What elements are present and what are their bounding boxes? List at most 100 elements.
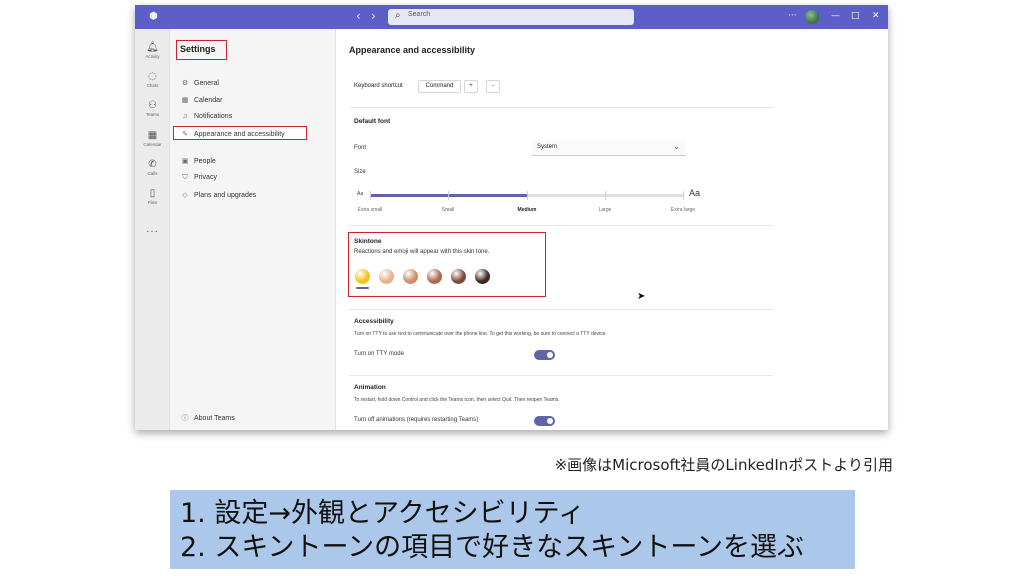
skintone-swatch[interactable] bbox=[355, 269, 370, 284]
shield-icon: ⛉ bbox=[182, 174, 188, 181]
rail-item-teams[interactable]: ⚇ Teams bbox=[135, 100, 170, 118]
size-option-label[interactable]: Medium bbox=[497, 207, 557, 213]
bell-icon: 🔔︎ bbox=[146, 42, 159, 53]
animation-heading: Animation bbox=[354, 384, 386, 391]
rail-item-chats[interactable]: ◌ Chats bbox=[135, 71, 170, 89]
zoom-in-button[interactable]: + bbox=[464, 80, 478, 93]
bell-icon: ♫ bbox=[182, 113, 188, 120]
mouse-cursor-icon: ➤ bbox=[637, 291, 646, 302]
avatar[interactable] bbox=[805, 10, 819, 24]
tty-toggle[interactable] bbox=[534, 350, 555, 360]
accessibility-heading: Accessibility bbox=[354, 318, 394, 325]
settings-title-highlight bbox=[176, 40, 227, 60]
divider bbox=[349, 225, 773, 226]
sidebar-item-label: Notifications bbox=[194, 113, 233, 120]
sidebar-item-label: General bbox=[194, 80, 219, 87]
skintone-swatch[interactable] bbox=[427, 269, 442, 284]
people-icon: ▣ bbox=[181, 158, 189, 165]
zoom-out-button[interactable]: - bbox=[486, 80, 500, 93]
teams-logo-icon: ⬢ bbox=[149, 11, 158, 22]
rail-label: Calendar bbox=[143, 142, 162, 147]
skintone-swatch[interactable] bbox=[403, 269, 418, 284]
minimize-button[interactable]: — bbox=[831, 9, 840, 24]
size-option-label[interactable]: Extra large bbox=[653, 207, 713, 213]
slider-tick bbox=[448, 191, 449, 200]
selected-skintone-indicator bbox=[356, 287, 369, 289]
calendar-icon: ▦ bbox=[147, 130, 158, 141]
sidebar-item-label: People bbox=[194, 158, 216, 165]
rail-label: Chats bbox=[146, 83, 159, 88]
page-title: Appearance and accessibility bbox=[349, 45, 476, 55]
rail-item-files[interactable]: ▯ Files bbox=[135, 188, 170, 206]
rail-item-calls[interactable]: ✆ Calls bbox=[135, 159, 170, 177]
accessibility-description: Turn on TTY to use text to communicate o… bbox=[354, 331, 607, 337]
size-option-label[interactable]: Large bbox=[575, 207, 635, 213]
slider-tick bbox=[605, 191, 606, 200]
settings-content: Appearance and accessibility Keyboard sh… bbox=[336, 29, 888, 430]
sidebar-item-appearance[interactable]: ✎ Appearance and accessibility bbox=[180, 130, 285, 138]
tty-toggle-label: Turn on TTY mode bbox=[354, 351, 404, 357]
file-icon: ▯ bbox=[149, 188, 156, 199]
skintone-swatch[interactable] bbox=[451, 269, 466, 284]
animation-description: To restart, hold down Control and click … bbox=[354, 397, 560, 403]
source-caption: ※画像はMicrosoft社員のLinkedInポストより引用 bbox=[554, 456, 893, 474]
instruction-step-2: 2. スキントーンの項目で好きなスキントーンを選ぶ bbox=[180, 532, 805, 563]
close-button[interactable]: ✕ bbox=[872, 9, 880, 24]
skintone-swatch[interactable] bbox=[475, 269, 490, 284]
size-option-label[interactable]: Extra small bbox=[340, 207, 400, 213]
slider-tick bbox=[683, 191, 684, 200]
back-button[interactable]: ‹ bbox=[356, 9, 361, 24]
sidebar-item-people[interactable]: ▣ People bbox=[180, 157, 216, 165]
instruction-banner: 1. 設定→外観とアクセシビリティ 2. スキントーンの項目で好きなスキントーン… bbox=[170, 490, 855, 569]
chevron-down-icon: ⌄ bbox=[673, 142, 680, 151]
search-icon: ⌕ bbox=[395, 10, 401, 21]
command-key-button[interactable]: Command bbox=[418, 80, 461, 93]
slider-tick bbox=[370, 191, 371, 200]
divider bbox=[349, 107, 773, 108]
animation-toggle[interactable] bbox=[534, 416, 555, 426]
rail-label: Files bbox=[147, 200, 158, 205]
more-options-button[interactable]: ··· bbox=[788, 9, 797, 24]
instruction-step-1: 1. 設定→外観とアクセシビリティ bbox=[180, 498, 585, 529]
sidebar-item-label: Plans and upgrades bbox=[194, 192, 257, 199]
rail-item-activity[interactable]: 🔔︎ Activity bbox=[135, 42, 170, 60]
title-bar: ⬢ ‹ › ⌕ Search ··· — □ ✕ bbox=[135, 5, 888, 29]
forward-button[interactable]: › bbox=[371, 9, 376, 24]
search-input[interactable]: ⌕ Search bbox=[388, 9, 634, 25]
skintone-swatch[interactable] bbox=[379, 269, 394, 284]
keyboard-shortcut-label: Keyboard shortcut bbox=[354, 83, 403, 89]
sidebar-item-notifications[interactable]: ♫ Notifications bbox=[180, 113, 232, 120]
maximize-button[interactable]: □ bbox=[851, 9, 860, 24]
sidebar-item-label: Privacy bbox=[194, 174, 217, 181]
font-select[interactable]: System ⌄ bbox=[532, 140, 686, 156]
teams-icon: ⚇ bbox=[148, 100, 157, 111]
sidebar-item-label: Calendar bbox=[194, 97, 223, 104]
sidebar-item-label: About Teams bbox=[194, 415, 235, 422]
sidebar-item-general[interactable]: ⚙ General bbox=[180, 79, 219, 87]
sidebar-item-plans[interactable]: ◇ Plans and upgrades bbox=[180, 191, 256, 199]
chat-icon: ◌ bbox=[148, 71, 157, 82]
skintone-description: Reactions and emoji will appear with thi… bbox=[354, 249, 490, 255]
rail-item-calendar[interactable]: ▦ Calendar bbox=[135, 130, 170, 148]
info-icon: ⓘ bbox=[181, 415, 189, 422]
phone-icon: ✆ bbox=[148, 159, 157, 170]
gear-icon: ⚙ bbox=[181, 80, 189, 87]
rail-label: Activity bbox=[145, 54, 160, 59]
slider-tick bbox=[527, 191, 528, 200]
font-size-slider[interactable] bbox=[370, 191, 684, 200]
sidebar-item-about[interactable]: ⓘ About Teams bbox=[180, 413, 235, 423]
size-min-label: Aa bbox=[357, 191, 364, 197]
sidebar-item-calendar[interactable]: ▦ Calendar bbox=[180, 96, 223, 104]
divider bbox=[349, 375, 773, 376]
sidebar-item-label: Appearance and accessibility bbox=[194, 131, 285, 138]
teams-window: ⬢ ‹ › ⌕ Search ··· — □ ✕ 🔔︎ Activity ◌ C… bbox=[135, 5, 888, 430]
font-label: Font bbox=[354, 145, 367, 151]
skintone-heading: Skintone bbox=[354, 238, 382, 245]
more-apps-button[interactable]: ··· bbox=[135, 227, 170, 238]
diamond-icon: ◇ bbox=[182, 192, 188, 199]
size-option-label[interactable]: Small bbox=[418, 207, 478, 213]
animation-toggle-label: Turn off animations (requires restarting… bbox=[354, 417, 479, 423]
size-label: Size bbox=[354, 169, 366, 175]
sidebar-item-privacy[interactable]: ⛉ Privacy bbox=[180, 174, 217, 182]
size-max-label: Aa bbox=[689, 188, 701, 198]
